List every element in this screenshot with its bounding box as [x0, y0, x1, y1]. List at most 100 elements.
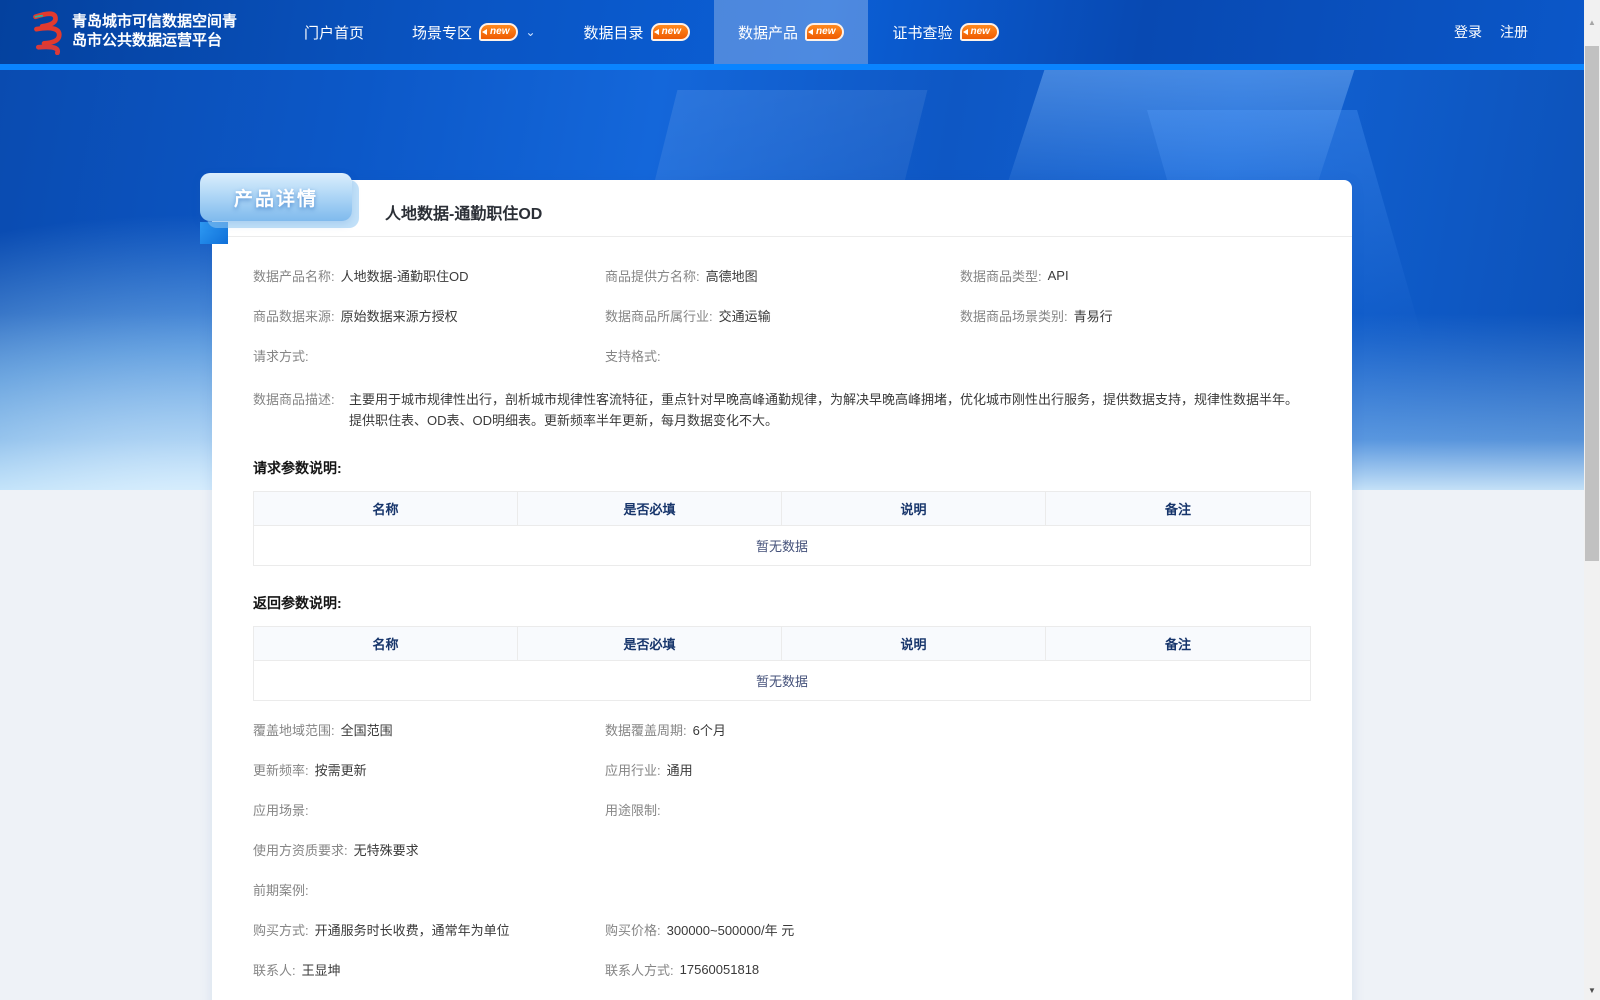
vertical-scrollbar[interactable]: ▲ ▼: [1584, 0, 1600, 1000]
col-header-description: 说明: [782, 627, 1046, 660]
field-label: 数据产品名称:: [253, 268, 335, 284]
response-params-title: 返回参数说明:: [253, 595, 342, 611]
nav-item-products[interactable]: 数据产品 new: [714, 0, 869, 64]
info-grid: 数据产品名称: 人地数据-通勤职住OD 商品提供方名称: 高德地图 数据商品类型…: [253, 255, 1311, 375]
field-value: 王显坤: [301, 962, 341, 978]
table-header-row: 名称 是否必填 说明 备注: [254, 492, 1310, 525]
empty-data-row: 暂无数据: [254, 525, 1310, 565]
field-label: 支持格式:: [605, 348, 661, 364]
field-value: 高德地图: [705, 268, 758, 284]
info-field: 支持格式:: [605, 335, 960, 375]
info-field: 商品数据来源: 原始数据来源方授权: [253, 295, 605, 335]
description-row: 数据商品描述: 主要用于城市规律性出行，剖析城市规律性客流特征，重点针对早晚高峰…: [253, 389, 1311, 431]
table-header-row: 名称 是否必填 说明 备注: [254, 627, 1310, 660]
nav-item-label: 门户首页: [304, 24, 365, 42]
field-label: 数据商品场景类别:: [960, 308, 1068, 324]
field-value: API: [1047, 267, 1069, 283]
product-detail-card: 产品详情 人地数据-通勤职住OD 数据产品名称: 人地数据-通勤职住OD 商品提…: [200, 173, 1352, 1000]
col-header-name: 名称: [254, 492, 518, 525]
auth-links: 登录 注册: [1454, 22, 1528, 42]
request-params-table: 名称 是否必填 说明 备注 暂无数据: [253, 491, 1311, 566]
chevron-down-icon: ⌄: [525, 25, 536, 39]
field-row: 联系人: 王显坤 联系人方式: 17560051818: [253, 949, 1311, 989]
nav-item-catalog[interactable]: 数据目录 new: [560, 0, 714, 64]
field-value: 原始数据来源方授权: [340, 308, 458, 324]
col-header-name: 名称: [254, 627, 518, 660]
col-header-required: 是否必填: [518, 627, 782, 660]
empty-data-row: 暂无数据: [254, 660, 1310, 700]
field-value: 交通运输: [718, 308, 771, 324]
field-label: 应用行业:: [605, 762, 661, 778]
field-value: 开通服务时长收费，通常年为单位: [314, 922, 510, 938]
field-row: 前期案例:: [253, 869, 1311, 909]
field-label: 联系人:: [253, 962, 296, 978]
field-label: 更新频率:: [253, 762, 309, 778]
col-header-remark: 备注: [1164, 637, 1191, 652]
field-label: 数据覆盖周期:: [605, 722, 687, 738]
logo-icon: [33, 11, 62, 55]
card-content: 数据产品名称: 人地数据-通勤职住OD 商品提供方名称: 高德地图 数据商品类型…: [212, 255, 1352, 1000]
field-label: 前期案例:: [253, 882, 309, 898]
field-label: 商品数据来源:: [253, 308, 335, 324]
field-label: 覆盖地域范围:: [253, 722, 335, 738]
field-label: 应用场景:: [253, 802, 309, 818]
nav-item-label: 证书查验: [892, 24, 953, 42]
field-label: 购买方式:: [253, 922, 309, 938]
info-field-empty: [960, 335, 1311, 375]
info-field: 数据商品所属行业: 交通运输: [605, 295, 960, 335]
field-value: 全国范围: [340, 722, 393, 738]
info-field: 数据商品类型: API: [960, 255, 1311, 295]
nav-item-certificate[interactable]: 证书查验 new: [868, 0, 1022, 64]
top-navbar: 青岛城市可信数据空间青岛市公共数据运营平台 门户首页 场景专区 new ⌄ 数据…: [0, 0, 1584, 64]
request-params-title: 请求参数说明:: [253, 460, 342, 476]
new-badge-icon: new: [479, 23, 519, 41]
brand-line1: 青岛城市可信数据空间: [72, 14, 223, 30]
brand[interactable]: 青岛城市可信数据空间青岛市公共数据运营平台: [26, 9, 250, 55]
field-value: 17560051818: [679, 961, 760, 977]
field-value: 人地数据-通勤职住OD: [340, 268, 469, 284]
info-field: 数据商品场景类别: 青易行: [960, 295, 1311, 335]
field-row: 购买方式: 开通服务时长收费，通常年为单位 购买价格: 300000~500000/…: [253, 909, 1311, 949]
field-label: 数据商品类型:: [960, 268, 1042, 284]
field-label: 购买价格:: [605, 922, 661, 938]
info-field: 商品提供方名称: 高德地图: [605, 255, 960, 295]
login-link[interactable]: 登录: [1454, 22, 1482, 42]
col-header-description: 说明: [782, 492, 1046, 525]
field-row: 覆盖地域范围: 全国范围 数据覆盖周期: 6个月: [253, 709, 1311, 749]
response-params-table: 名称 是否必填 说明 备注 暂无数据: [253, 626, 1311, 701]
field-label: 商品提供方名称:: [605, 268, 700, 284]
field-label: 使用方资质要求:: [253, 842, 348, 858]
field-value: 300000~500000/年 元: [666, 922, 795, 938]
nav-item-home[interactable]: 门户首页: [280, 0, 388, 64]
tab-notch: [200, 222, 228, 244]
description-text: 主要用于城市规律性出行，剖析城市规律性客流特征，重点针对早晚高峰通勤规律，为解决…: [349, 392, 1299, 428]
bottom-fields: 覆盖地域范围: 全国范围 数据覆盖周期: 6个月 更新频率: 按需更新 应用行业: 通用…: [253, 709, 1311, 1000]
field-label: 数据商品描述:: [253, 392, 335, 407]
new-badge-icon: new: [805, 23, 845, 41]
nav-item-label: 数据产品: [738, 24, 799, 42]
product-title: 人地数据-通勤职住OD: [385, 206, 543, 223]
scrollbar-thumb[interactable]: [1585, 46, 1599, 561]
field-row: 更新频率: 按需更新 应用行业: 通用: [253, 749, 1311, 789]
nav-item-scenes[interactable]: 场景专区 new ⌄: [388, 0, 560, 64]
field-label: 用途限制:: [605, 802, 661, 818]
nav-item-label: 数据目录: [583, 24, 644, 42]
col-header-remark: 备注: [1164, 502, 1191, 517]
scroll-up-icon[interactable]: ▲: [1584, 14, 1600, 30]
field-value: 无特殊要求: [353, 842, 419, 858]
tab-product-detail[interactable]: 产品详情: [200, 173, 352, 221]
brand-text: 青岛城市可信数据空间青岛市公共数据运营平台: [72, 13, 250, 51]
new-badge-icon: new: [650, 23, 691, 41]
register-link[interactable]: 注册: [1500, 22, 1528, 42]
accent-strip: [0, 64, 1584, 70]
field-value: 按需更新: [314, 762, 367, 778]
field-value: 6个月: [692, 722, 726, 738]
field-label: 数据商品所属行业:: [605, 308, 713, 324]
info-field: 数据产品名称: 人地数据-通勤职住OD: [253, 255, 605, 295]
info-field: 请求方式:: [253, 335, 605, 375]
scroll-down-icon[interactable]: ▼: [1584, 982, 1600, 998]
field-label: 请求方式:: [253, 348, 309, 364]
field-row: 使用方资质要求: 无特殊要求: [253, 829, 1311, 869]
new-badge-icon: new: [959, 23, 999, 41]
field-value: 青易行: [1073, 308, 1113, 324]
